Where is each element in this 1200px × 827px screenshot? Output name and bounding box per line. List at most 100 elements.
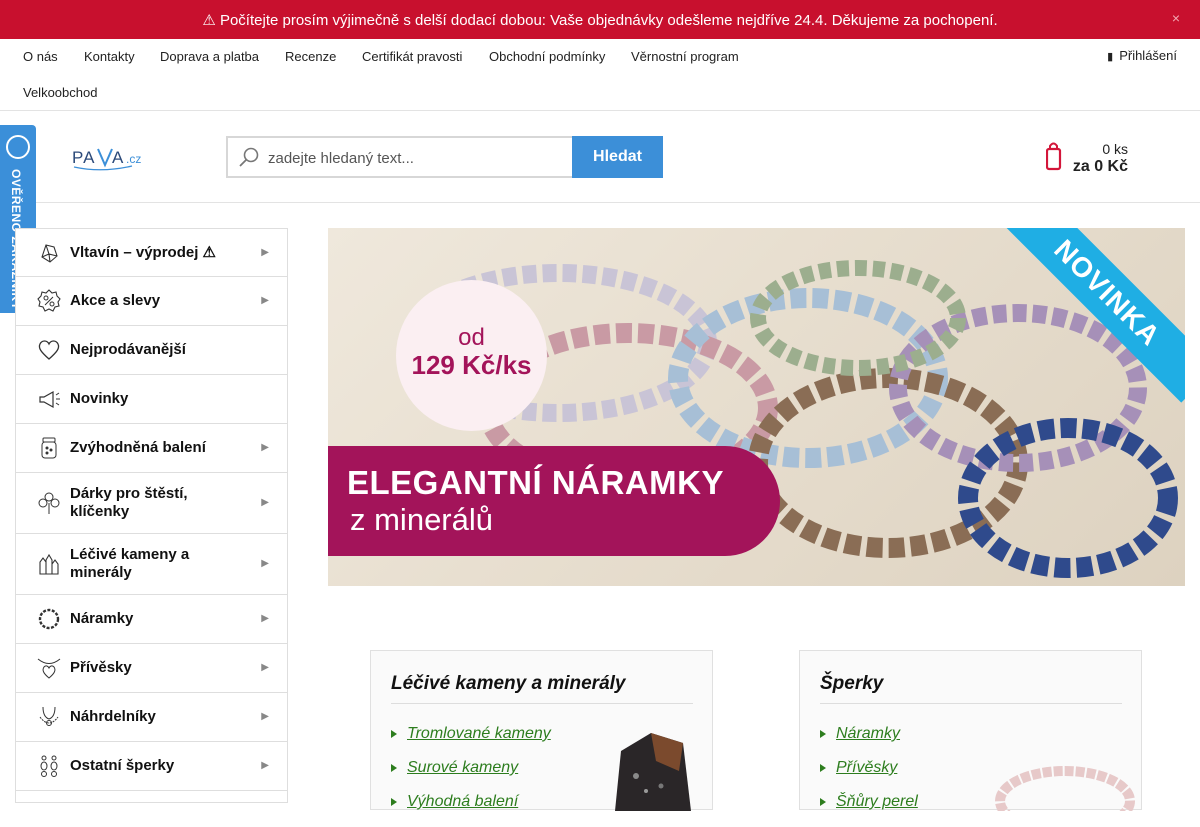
- menu-item-vltavin[interactable]: Vltavín – výprodej ⚠ ▶: [15, 228, 288, 277]
- chevron-right-icon: ▶: [261, 760, 269, 771]
- cart-icon: [1046, 142, 1062, 171]
- crystal-icon: [41, 244, 58, 263]
- logo-graphic: PA A .cz: [72, 148, 141, 171]
- svg-text:.cz: .cz: [126, 152, 141, 166]
- menu-item-akce[interactable]: Akce a slevy ▶: [15, 277, 288, 326]
- card-link[interactable]: Surové kameny: [391, 759, 551, 793]
- menu-item-naramky[interactable]: Náramky ▶: [15, 595, 288, 644]
- banner-headline: ELEGANTNÍ NÁRAMKY: [347, 464, 724, 501]
- category-card-kameny: Léčivé kameny a minerály Tromlované kame…: [370, 650, 713, 811]
- menu-item-label: Přívěsky: [70, 659, 132, 676]
- pendant-icon: [37, 658, 61, 679]
- menu-item-label: Novinky: [70, 390, 129, 407]
- menu-item-novinky[interactable]: Novinky: [15, 375, 288, 424]
- menu-item-label: Náhrdelníky: [70, 708, 156, 725]
- menu-item-label: Ostatní šperky: [70, 757, 175, 774]
- login-label: Přihlášení: [1119, 48, 1177, 63]
- chevron-right-icon: ▶: [261, 711, 269, 722]
- menu-item-ostatni-sperky[interactable]: Ostatní šperky ▶: [15, 742, 288, 791]
- clover-icon: [38, 492, 60, 514]
- card-link[interactable]: Náramky: [820, 725, 918, 759]
- chevron-right-icon: ▶: [261, 613, 269, 624]
- header: PA A .cz Hledat 0 ks za 0 Kč: [0, 111, 1200, 203]
- heart-icon: [38, 340, 60, 360]
- svg-text:A: A: [112, 148, 124, 167]
- close-icon[interactable]: ×: [1172, 10, 1180, 26]
- crystals-icon: [39, 553, 59, 575]
- category-card-sperky: Šperky Náramky Přívěsky Šňůry perel: [799, 650, 1142, 811]
- cart[interactable]: 0 ks za 0 Kč: [1040, 138, 1140, 178]
- cart-count: 0 ks: [1102, 141, 1128, 157]
- chevron-right-icon: ▶: [261, 662, 269, 673]
- alert-text: ⚠ Počítejte prosím výjimečně s delší dod…: [202, 11, 998, 29]
- search-box: [226, 136, 573, 178]
- menu-item-label: Léčivé kameny a minerály: [70, 546, 190, 581]
- chevron-right-icon: ▶: [261, 442, 269, 453]
- menu-item-label: Nejprodávanější: [70, 341, 186, 358]
- nav-link-kontakty[interactable]: Kontakty: [84, 49, 135, 64]
- bracelet-icon: [38, 608, 60, 630]
- category-menu: Vltavín – výprodej ⚠ ▶ Akce a slevy ▶ Ne…: [15, 228, 288, 803]
- seal-icon: [6, 135, 30, 159]
- nav-link-certifikat[interactable]: Certifikát pravosti: [362, 49, 462, 64]
- price-value: 129 Kč/ks: [411, 350, 532, 380]
- logo[interactable]: PA A .cz: [72, 145, 152, 173]
- card-title[interactable]: Šperky: [820, 673, 1122, 704]
- menu-item-label: Dárky pro štěstí, klíčenky: [70, 485, 188, 520]
- nav-link-vernostni-program[interactable]: Věrnostní program: [631, 49, 739, 64]
- card-link[interactable]: Výhodná balení: [391, 793, 551, 827]
- nav-link-obchodni-podminky[interactable]: Obchodní podmínky: [489, 49, 605, 64]
- necklace-icon: [39, 706, 59, 726]
- chevron-right-icon: ▶: [261, 558, 269, 569]
- menu-item-label: Vltavín – výprodej ⚠: [70, 244, 216, 261]
- card-link-list: Tromlované kameny Surové kameny Výhodná …: [391, 725, 551, 827]
- card-link[interactable]: Tromlované kameny: [391, 725, 551, 759]
- bullet-arrow-icon: [820, 764, 826, 772]
- search-input[interactable]: [268, 148, 568, 168]
- jar-icon: [41, 437, 57, 459]
- nav-link-velkoobchod[interactable]: Velkoobchod: [23, 85, 97, 100]
- menu-item-privesky[interactable]: Přívěsky ▶: [15, 644, 288, 693]
- hero-banner[interactable]: od 129 Kč/ks ELEGANTNÍ NÁRAMKY z minerál…: [328, 228, 1185, 586]
- megaphone-icon: [39, 390, 60, 409]
- card-title[interactable]: Léčivé kameny a minerály: [391, 673, 693, 704]
- bullet-arrow-icon: [820, 730, 826, 738]
- bullet-arrow-icon: [391, 764, 397, 772]
- menu-item-lecive-kameny[interactable]: Léčivé kameny a minerály ▶: [15, 534, 288, 595]
- bullet-arrow-icon: [820, 798, 826, 806]
- menu-item-label: Zvýhodněná balení: [70, 439, 206, 456]
- menu-item-zvyhodnena-baleni[interactable]: Zvýhodněná balení ▶: [15, 424, 288, 473]
- top-navigation: O nás Kontakty Doprava a platba Recenze …: [0, 39, 1200, 111]
- pearl-bracelet-image: [995, 766, 1135, 811]
- search-button[interactable]: Hledat: [572, 136, 663, 178]
- chevron-right-icon: ▶: [261, 497, 269, 508]
- menu-item-label: Náramky: [70, 610, 134, 627]
- search-bar: Hledat: [226, 136, 663, 178]
- price-from: od: [458, 324, 485, 351]
- alert-bar: ⚠ Počítejte prosím výjimečně s delší dod…: [0, 0, 1200, 39]
- bullet-arrow-icon: [391, 798, 397, 806]
- menu-item-darky[interactable]: Dárky pro štěstí, klíčenky ▶: [15, 473, 288, 534]
- menu-item-label: Akce a slevy: [70, 292, 161, 309]
- chevron-right-icon: ▶: [261, 295, 269, 306]
- chevron-right-icon: ▶: [261, 247, 269, 258]
- search-icon: [239, 147, 259, 167]
- nav-link-recenze[interactable]: Recenze: [285, 49, 336, 64]
- nav-link-o-nas[interactable]: O nás: [23, 49, 58, 64]
- bullet-arrow-icon: [391, 730, 397, 738]
- card-link[interactable]: Přívěsky: [820, 759, 918, 793]
- svg-text:PA: PA: [72, 148, 95, 167]
- earrings-icon: [40, 755, 58, 777]
- menu-item-nejprodavanejsi[interactable]: Nejprodávanější: [15, 326, 288, 375]
- banner-subline: z minerálů: [350, 502, 493, 537]
- login-link[interactable]: ▮ Přihlášení: [1107, 48, 1177, 63]
- menu-item-partial[interactable]: [15, 791, 288, 803]
- card-link-list: Náramky Přívěsky Šňůry perel: [820, 725, 918, 827]
- user-icon: ▮: [1107, 51, 1114, 63]
- card-link[interactable]: Šňůry perel: [820, 793, 918, 827]
- menu-item-nahrdelniky[interactable]: Náhrdelníky ▶: [15, 693, 288, 742]
- nav-link-doprava[interactable]: Doprava a platba: [160, 49, 259, 64]
- raw-stone-image: [615, 733, 691, 811]
- percent-icon: [37, 289, 61, 312]
- cart-sum: za 0 Kč: [1072, 158, 1128, 175]
